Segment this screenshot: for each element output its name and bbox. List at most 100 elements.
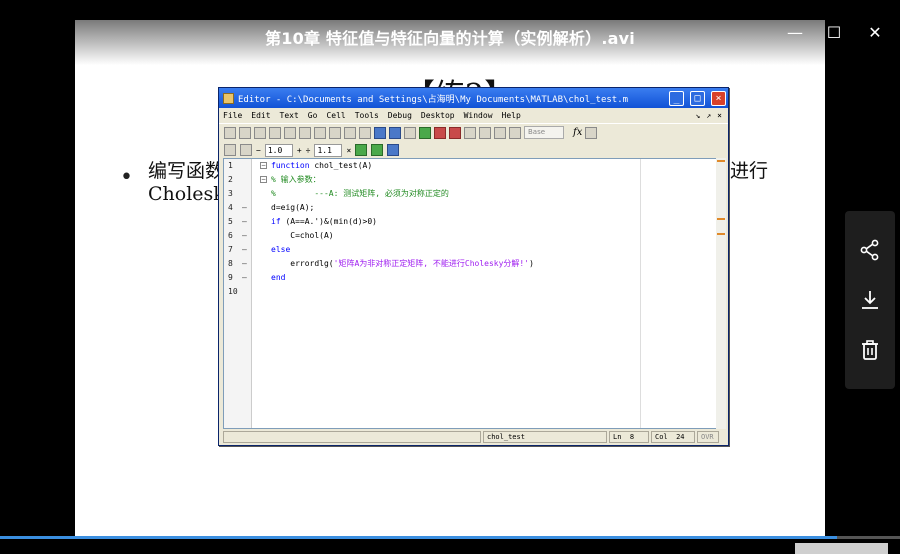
matlab-editor-icon <box>223 92 234 104</box>
code-line: errordlg('矩阵A为非对称正定矩阵, 不能进行Cholesky分解!') <box>271 259 534 268</box>
editor-titlebar: Editor - C:\Documents and Settings\占海明\M… <box>219 88 728 108</box>
menu-file[interactable]: File <box>223 111 242 120</box>
right-margin-line <box>640 159 641 428</box>
code-line: else <box>271 245 291 254</box>
editor-toolbar: Base fx <box>219 123 728 141</box>
slide-text-line1: 编写函数 <box>148 160 225 182</box>
scroll-marker <box>717 233 725 235</box>
menu-edit[interactable]: Edit <box>251 111 270 120</box>
increment-button[interactable]: + <box>297 146 302 155</box>
breakpoint-icon[interactable] <box>434 126 446 139</box>
editor-maximize-button[interactable]: □ <box>690 90 705 106</box>
fx-icon[interactable]: fx <box>573 127 582 138</box>
line-number: 4– <box>228 203 247 212</box>
save-icon[interactable] <box>254 126 266 139</box>
menu-close-icon[interactable]: × <box>717 111 722 120</box>
decrement-button[interactable]: − <box>256 146 261 155</box>
step-in-icon[interactable] <box>479 126 491 139</box>
editor-scrollbar[interactable] <box>716 158 726 429</box>
code-line: if (A==A.')&(min(d)>0) <box>271 217 377 226</box>
video-title: 第10章 特征值与特征向量的计算（实例解析）.avi <box>265 29 635 48</box>
cut-icon[interactable] <box>269 126 281 139</box>
video-player: 【练2】 • 编写函数 Cholesky 进行 第10章 特征值与特征向量的计算… <box>0 0 900 554</box>
stack-dropdown[interactable]: Base <box>524 126 564 139</box>
run-icon[interactable] <box>419 126 431 139</box>
print-icon[interactable] <box>344 126 356 139</box>
menu-help[interactable]: Help <box>502 111 521 120</box>
minimize-button[interactable]: — <box>780 18 810 46</box>
cell-eval-icon[interactable] <box>355 144 368 156</box>
delete-button[interactable] <box>845 325 895 375</box>
cell-help-icon[interactable] <box>387 144 400 156</box>
share-icon <box>860 239 879 261</box>
share-panel <box>845 211 895 389</box>
increment-value-field[interactable]: 1.0 <box>264 143 293 157</box>
line-number: 10 <box>228 287 238 296</box>
multiply-value-field[interactable]: 1.1 <box>314 143 343 157</box>
line-number: 8– <box>228 259 247 268</box>
dock-icon[interactable]: ↗ <box>706 111 711 120</box>
step-out-icon[interactable] <box>494 126 506 139</box>
matlab-editor-window: Editor - C:\Documents and Settings\占海明\M… <box>218 87 729 446</box>
player-bottom-bar <box>0 539 900 554</box>
eval-cell-icon[interactable] <box>240 144 252 156</box>
fold-toggle-icon[interactable]: − <box>260 162 267 169</box>
code-line: end <box>271 273 286 282</box>
menu-go[interactable]: Go <box>308 111 318 120</box>
menu-text[interactable]: Text <box>280 111 299 120</box>
menu-desktop[interactable]: Desktop <box>421 111 455 120</box>
line-number: 5– <box>228 217 247 226</box>
fold-toggle-icon[interactable]: − <box>260 176 267 183</box>
paste-icon[interactable] <box>299 126 311 139</box>
slide-text-line1-tail: 进行 <box>730 160 769 182</box>
cell-mode-icon[interactable] <box>224 144 236 156</box>
multiply-button[interactable]: × <box>346 146 351 155</box>
code-editor[interactable]: 1 2 3 4– 5– 6– 7– 8– 9– 10 − − function … <box>223 158 723 429</box>
scroll-marker <box>717 218 725 220</box>
code-line: function chol_test(A) <box>271 161 373 170</box>
code-line: % 输入参数： <box>271 175 321 184</box>
copy-icon[interactable] <box>284 126 296 139</box>
menu-cell[interactable]: Cell <box>326 111 345 120</box>
download-button[interactable] <box>845 275 895 325</box>
player-titlebar: 第10章 特征值与特征向量的计算（实例解析）.avi — ☐ ✕ <box>0 0 900 52</box>
redo-icon[interactable] <box>329 126 341 139</box>
slide-bullet: • <box>120 165 133 190</box>
status-overwrite: OVR <box>697 431 719 443</box>
line-number: 6– <box>228 231 247 240</box>
step-icon[interactable] <box>464 126 476 139</box>
maximize-button[interactable]: ☐ <box>819 18 849 46</box>
status-spacer <box>223 431 481 443</box>
line-number: 9– <box>228 273 247 282</box>
find-icon[interactable] <box>359 126 371 139</box>
open-file-icon[interactable] <box>239 126 251 139</box>
editor-menubar: File Edit Text Go Cell Tools Debug Deskt… <box>219 108 728 123</box>
editor-close-button[interactable]: × <box>711 90 726 106</box>
menu-window[interactable]: Window <box>464 111 493 120</box>
code-line: d=eig(A); <box>271 203 315 212</box>
trash-icon <box>862 340 878 360</box>
menu-dock-controls: ↘ ↗ × <box>696 111 728 120</box>
editor-minimize-button[interactable]: _ <box>669 90 684 106</box>
exit-debug-icon[interactable] <box>509 126 521 139</box>
status-function-name: chol_test <box>483 431 607 443</box>
function-browser-icon[interactable] <box>404 126 416 139</box>
cell-eval-advance-icon[interactable] <box>371 144 384 156</box>
divide-button[interactable]: ÷ <box>306 146 311 155</box>
line-number: 3 <box>228 189 233 198</box>
forward-icon[interactable] <box>389 126 401 139</box>
back-icon[interactable] <box>374 126 386 139</box>
close-button[interactable]: ✕ <box>860 18 890 46</box>
undo-icon[interactable] <box>314 126 326 139</box>
scroll-marker <box>717 160 725 162</box>
share-button[interactable] <box>845 225 895 275</box>
layout-icon[interactable] <box>585 126 598 139</box>
line-number: 2 <box>228 175 233 184</box>
clear-breakpoints-icon[interactable] <box>449 126 461 139</box>
menu-tools[interactable]: Tools <box>355 111 379 120</box>
status-line: Ln 8 <box>609 431 649 443</box>
line-number: 7– <box>228 245 247 254</box>
new-file-icon[interactable] <box>224 126 236 139</box>
menu-debug[interactable]: Debug <box>388 111 412 120</box>
undock-icon[interactable]: ↘ <box>696 111 701 120</box>
